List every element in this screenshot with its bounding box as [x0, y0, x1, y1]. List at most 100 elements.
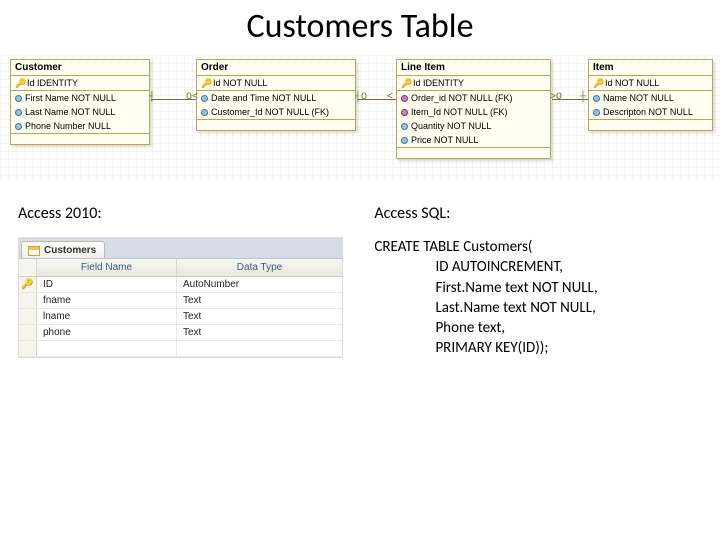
column-icon — [401, 123, 408, 130]
table-row[interactable]: phone Text — [19, 325, 342, 341]
er-pk-row: 🔑 Id NOT NULL — [589, 76, 712, 90]
er-table-title: Order — [197, 60, 355, 76]
er-table-customer: Customer 🔑 Id IDENTITY First Name NOT NU… — [10, 59, 150, 145]
er-col-label: First Name NOT NULL — [25, 93, 116, 103]
er-col-label: Last Name NOT NULL — [25, 107, 115, 117]
er-diagram: Customer 🔑 Id IDENTITY First Name NOT NU… — [0, 55, 720, 180]
access-header-row: Field Name Data Type — [19, 259, 342, 277]
sql-line: First.Name text NOT NULL, — [435, 279, 597, 297]
column-icon — [593, 109, 600, 116]
er-col-row: Last Name NOT NULL — [11, 105, 149, 119]
crowfoot-icon: ┼ — [580, 93, 586, 103]
table-row[interactable]: fname Text — [19, 293, 342, 309]
er-col-row: Order_id NOT NULL (FK) — [397, 91, 550, 105]
er-col-row: Phone Number NULL — [11, 119, 149, 133]
table-row[interactable] — [19, 341, 342, 357]
er-col-label: Id IDENTITY — [27, 78, 78, 88]
crowfoot-icon: < — [387, 93, 393, 103]
er-col-label: Order_id NOT NULL (FK) — [411, 93, 513, 103]
sql-line: PRIMARY KEY(ID)); — [435, 339, 548, 357]
row-selector-header — [19, 259, 37, 276]
data-type-cell[interactable]: Text — [177, 293, 342, 308]
er-pk-row: 🔑 Id IDENTITY — [11, 76, 149, 90]
row-selector — [19, 309, 37, 324]
er-col-label: Name NOT NULL — [603, 93, 674, 103]
er-col-label: Item_Id NOT NULL (FK) — [411, 107, 508, 117]
row-selector: 🔑 — [19, 277, 37, 292]
column-icon — [15, 95, 22, 102]
data-type-cell[interactable]: AutoNumber — [177, 277, 342, 292]
crowfoot-icon: >O — [550, 93, 562, 103]
data-type-cell[interactable]: Text — [177, 309, 342, 324]
key-icon: 🔑 — [401, 79, 410, 88]
er-col-row: Date and Time NOT NULL — [197, 91, 355, 105]
er-col-row: Item_Id NOT NULL (FK) — [397, 105, 550, 119]
key-icon: 🔑 — [593, 79, 602, 88]
er-pk-row: 🔑 Id NOT NULL — [197, 76, 355, 90]
field-name-cell[interactable]: ID — [37, 277, 177, 292]
column-icon — [401, 109, 408, 116]
column-icon — [593, 95, 600, 102]
field-name-cell[interactable]: phone — [37, 325, 177, 340]
er-col-row: First Name NOT NULL — [11, 91, 149, 105]
er-col-label: Quantity NOT NULL — [411, 121, 491, 131]
column-header-fieldname: Field Name — [37, 259, 177, 276]
access-sql-label: Access SQL: — [374, 204, 720, 223]
page-title: Customers Table — [0, 6, 720, 47]
column-icon — [401, 95, 408, 102]
field-name-cell[interactable]: lname — [37, 309, 177, 324]
row-selector — [19, 325, 37, 340]
sql-line: Phone text, — [435, 319, 505, 337]
er-col-label: Price NOT NULL — [411, 135, 478, 145]
column-right: Access SQL: CREATE TABLE Customers( ID A… — [374, 204, 720, 359]
field-name-cell[interactable] — [37, 341, 177, 356]
er-col-row: Descripton NOT NULL — [589, 105, 712, 119]
column-icon — [201, 95, 208, 102]
data-type-cell[interactable]: Text — [177, 325, 342, 340]
er-col-label: Date and Time NOT NULL — [211, 93, 316, 103]
access-tab-customers[interactable]: Customers — [21, 241, 105, 258]
row-selector — [19, 293, 37, 308]
crowfoot-icon: O< — [186, 93, 198, 103]
er-col-row: Name NOT NULL — [589, 91, 712, 105]
er-table-title: Line Item — [397, 60, 550, 76]
column-left: Access 2010: Customers Field Name Data T… — [0, 204, 374, 359]
content-columns: Access 2010: Customers Field Name Data T… — [0, 204, 720, 359]
access-tab-bar: Customers — [19, 238, 342, 259]
access-2010-label: Access 2010: — [18, 204, 374, 223]
er-col-label: Id IDENTITY — [413, 78, 464, 88]
column-icon — [15, 123, 22, 130]
column-icon — [201, 109, 208, 116]
sql-line: CREATE TABLE Customers( — [374, 238, 532, 256]
er-table-lineitem: Line Item 🔑 Id IDENTITY Order_id NOT NUL… — [396, 59, 551, 159]
access-table-designer: Customers Field Name Data Type 🔑 ID Auto… — [18, 237, 343, 358]
er-pk-row: 🔑 Id IDENTITY — [397, 76, 550, 90]
er-col-label: Id NOT NULL — [213, 78, 267, 88]
er-col-label: Customer_Id NOT NULL (FK) — [211, 107, 329, 117]
er-table-title: Item — [589, 60, 712, 76]
crowfoot-icon: ┤ — [149, 93, 155, 103]
er-col-label: Id NOT NULL — [605, 78, 659, 88]
column-header-datatype: Data Type — [177, 259, 342, 276]
table-icon — [28, 246, 40, 256]
er-col-row: Customer_Id NOT NULL (FK) — [197, 105, 355, 119]
table-row[interactable]: lname Text — [19, 309, 342, 325]
er-col-label: Descripton NOT NULL — [603, 107, 693, 117]
key-icon: 🔑 — [201, 79, 210, 88]
field-name-cell[interactable]: fname — [37, 293, 177, 308]
row-selector — [19, 341, 37, 356]
sql-line: ID AUTOINCREMENT, — [435, 258, 563, 276]
data-type-cell[interactable] — [177, 341, 342, 356]
er-col-label: Phone Number NULL — [25, 121, 111, 131]
er-table-item: Item 🔑 Id NOT NULL Name NOT NULL Descrip… — [588, 59, 713, 131]
column-icon — [401, 137, 408, 144]
er-table-order: Order 🔑 Id NOT NULL Date and Time NOT NU… — [196, 59, 356, 131]
er-col-row: Quantity NOT NULL — [397, 119, 550, 133]
sql-code-block: CREATE TABLE Customers( ID AUTOINCREMENT… — [374, 237, 720, 359]
table-row[interactable]: 🔑 ID AutoNumber — [19, 277, 342, 293]
sql-line: Last.Name text NOT NULL, — [435, 299, 595, 317]
er-table-title: Customer — [11, 60, 149, 76]
crowfoot-icon: ┤O — [355, 93, 367, 103]
er-col-row: Price NOT NULL — [397, 133, 550, 147]
column-icon — [15, 109, 22, 116]
